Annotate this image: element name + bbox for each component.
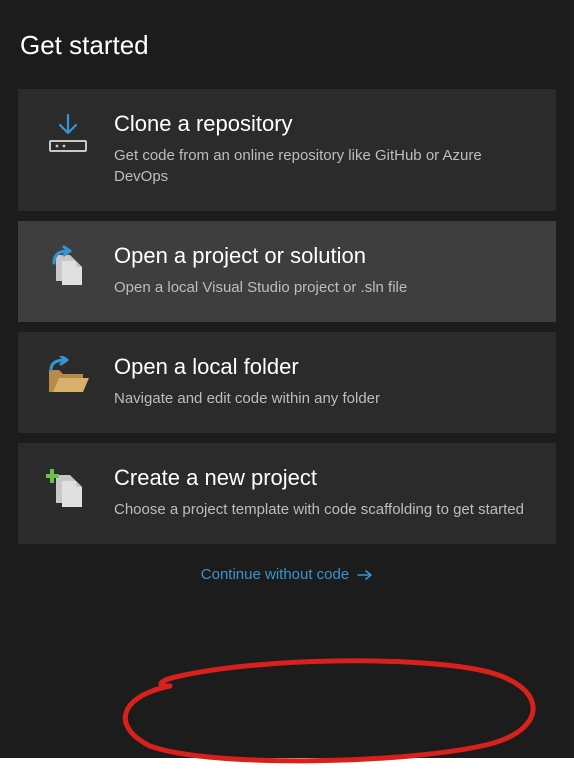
open-project-title: Open a project or solution <box>114 243 532 269</box>
clone-repository-card[interactable]: Clone a repository Get code from an onli… <box>18 89 556 211</box>
arrow-right-icon <box>357 568 373 582</box>
open-folder-card[interactable]: Open a local folder Navigate and edit co… <box>18 332 556 433</box>
open-folder-desc: Navigate and edit code within any folder <box>114 388 532 409</box>
continue-without-code-link[interactable]: Continue without code <box>201 566 373 583</box>
page-title: Get started <box>20 30 556 61</box>
create-project-icon <box>42 465 94 511</box>
annotation-circle <box>110 656 550 766</box>
open-folder-title: Open a local folder <box>114 354 532 380</box>
clone-repository-title: Clone a repository <box>114 111 532 137</box>
open-project-card[interactable]: Open a project or solution Open a local … <box>18 221 556 322</box>
open-project-desc: Open a local Visual Studio project or .s… <box>114 277 532 298</box>
bottom-strip <box>0 758 574 774</box>
create-project-desc: Choose a project template with code scaf… <box>114 499 532 520</box>
clone-repository-icon <box>42 111 94 157</box>
clone-repository-desc: Get code from an online repository like … <box>114 145 532 187</box>
open-folder-icon <box>42 354 94 396</box>
create-project-title: Create a new project <box>114 465 532 491</box>
continue-without-code-label: Continue without code <box>201 566 349 583</box>
open-project-icon <box>42 243 94 289</box>
create-project-card[interactable]: Create a new project Choose a project te… <box>18 443 556 544</box>
